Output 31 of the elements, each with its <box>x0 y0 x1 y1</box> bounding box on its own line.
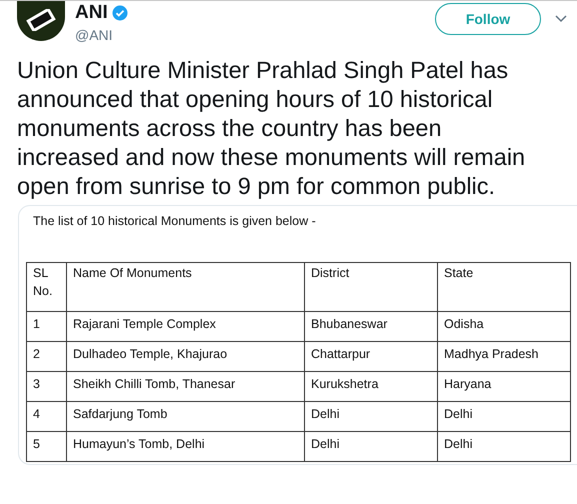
table-cell: Dulhadeo Temple, Khajurao <box>66 342 304 372</box>
column-header: Name Of Monuments <box>66 262 304 312</box>
table-cell: Odisha <box>438 312 570 342</box>
table-cell: Madhya Pradesh <box>438 342 570 372</box>
table-cell: 4 <box>26 402 66 432</box>
table-cell: Chattarpur <box>304 342 438 372</box>
table-cell: Delhi <box>304 402 438 432</box>
table-cell: Delhi <box>438 432 570 462</box>
table-cell: Sheikh Chilli Tomb, Thanesar <box>66 372 304 402</box>
table-cell: Haryana <box>438 372 570 402</box>
table-cell: Rajarani Temple Complex <box>66 312 304 342</box>
table-cell: 5 <box>26 432 66 462</box>
avatar[interactable] <box>17 1 65 41</box>
column-header: District <box>304 262 438 312</box>
table-cell: Humayun’s Tomb, Delhi <box>66 432 304 462</box>
author-name[interactable]: ANI <box>75 2 108 24</box>
column-header: State <box>438 262 570 312</box>
table-cell: 3 <box>26 372 66 402</box>
tweet-text: Union Culture Minister Prahlad Singh Patel has announced that opening hours of 10 historical monuments across the country has been increased and now these monuments will remain open from sunrise to 9 pm for common public. <box>16 56 526 201</box>
table-cell: 1 <box>26 312 66 342</box>
table-cell: Delhi <box>304 432 438 462</box>
column-header: SL No. <box>26 262 66 312</box>
chevron-down-icon[interactable] <box>555 15 567 23</box>
table-cell: Bhubaneswar <box>304 312 438 342</box>
table-cell: 2 <box>26 342 66 372</box>
table-cell: Delhi <box>438 402 570 432</box>
author-handle[interactable]: @ANI <box>75 25 128 46</box>
table-cell: Safdarjung Tomb <box>66 402 304 432</box>
table-cell: Kurukshetra <box>304 372 438 402</box>
document-intro: The list of 10 historical Monuments is given below - <box>33 213 316 230</box>
follow-button[interactable]: Follow <box>435 3 541 35</box>
